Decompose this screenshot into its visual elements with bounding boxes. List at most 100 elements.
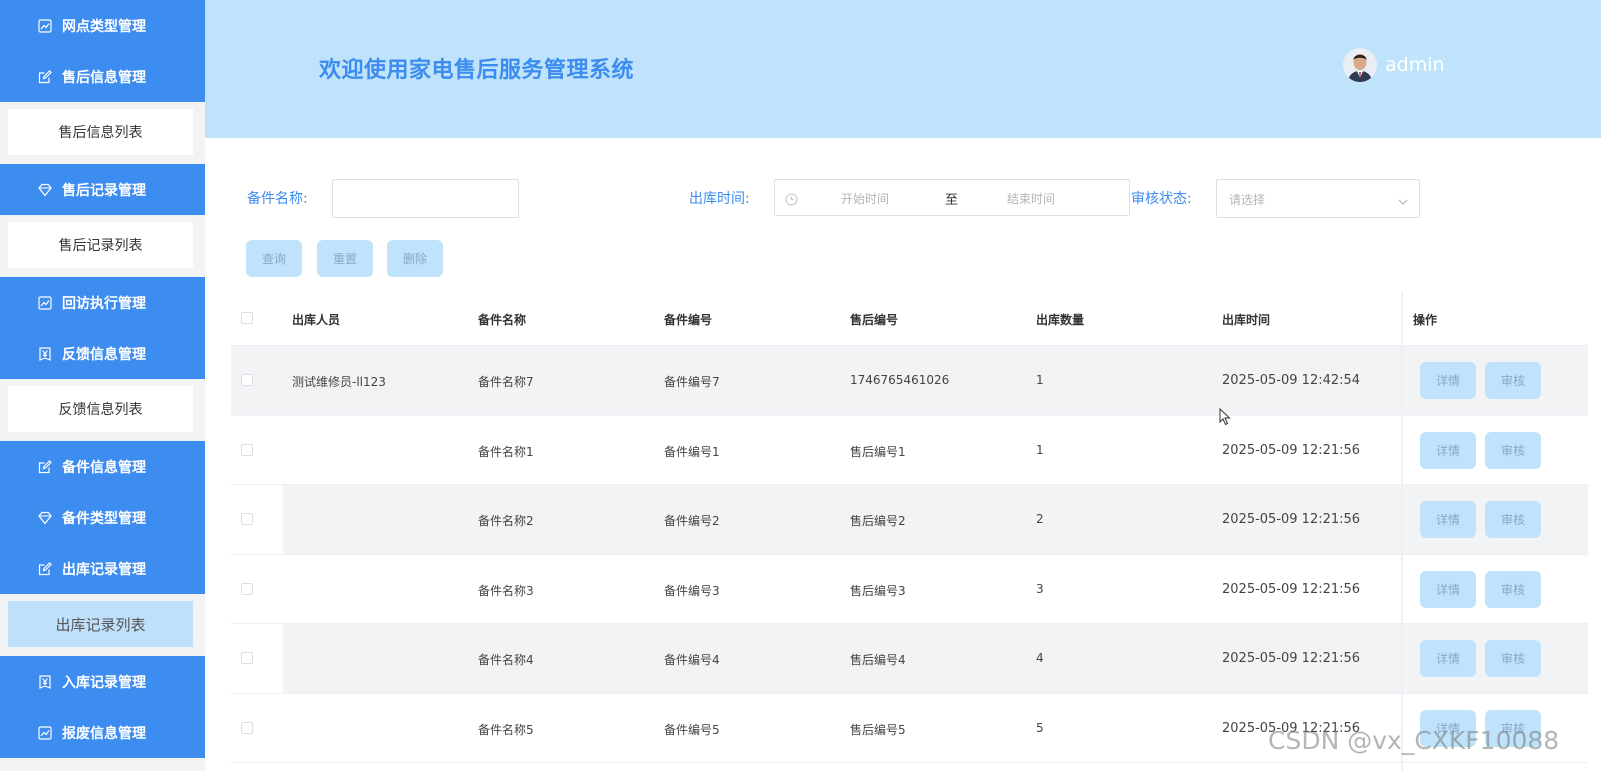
sidebar-group[interactable]: 备件类型管理 xyxy=(0,492,205,543)
detail-button[interactable]: 详情 xyxy=(1420,640,1476,677)
table-cell: 4 xyxy=(1036,651,1044,665)
table-cell: 2025-05-09 12:21:56 xyxy=(1222,651,1361,666)
sidebar-group-label: 出库记录管理 xyxy=(62,561,146,578)
sidebar-subitem-link[interactable]: 售后信息列表 xyxy=(8,109,193,155)
sidebar-subitem: 售后记录列表 xyxy=(0,215,205,277)
table-row: 备件名称1 备件编号1 售后编号1 1 2025-05-09 12:21:56 详情 审核 xyxy=(231,416,1588,485)
detail-button[interactable]: 详情 xyxy=(1420,501,1476,538)
sidebar-group-label: 售后记录管理 xyxy=(62,182,146,199)
row-checkbox[interactable] xyxy=(241,374,253,386)
query-button[interactable]: 查询 xyxy=(246,240,302,277)
table-cell: 1746765461026 xyxy=(850,373,950,387)
col-header-actions: 操作 xyxy=(1413,313,1438,327)
delete-button[interactable]: 删除 xyxy=(387,240,443,277)
sidebar-group-label: 回访执行管理 xyxy=(62,295,146,312)
start-time-input[interactable]: 开始时间 xyxy=(841,190,889,207)
audit-button[interactable]: 审核 xyxy=(1485,501,1541,538)
edit-icon xyxy=(38,459,52,474)
actions-column-divider xyxy=(1401,292,1403,771)
part-name-input[interactable] xyxy=(332,179,519,218)
username[interactable]: admin xyxy=(1385,54,1445,76)
reset-button[interactable]: 重置 xyxy=(317,240,373,277)
clock-icon xyxy=(785,191,798,206)
sidebar-subitem-link[interactable]: 出库记录列表 xyxy=(8,601,193,647)
sidebar-subitem: 反馈信息列表 xyxy=(0,379,205,441)
out-time-range-picker[interactable]: 开始时间 至 结束时间 xyxy=(774,179,1130,216)
avatar-image xyxy=(1343,48,1377,82)
audit-button[interactable]: 审核 xyxy=(1485,362,1541,399)
table-cell: 测试维修员-ll123 xyxy=(292,375,386,389)
table-cell: 售后编号5 xyxy=(850,722,906,737)
col-header-out-time: 出库时间 xyxy=(1222,313,1271,327)
sidebar-group-label: 网点类型管理 xyxy=(62,18,146,35)
audit-status-label: 审核状态: xyxy=(1131,191,1192,207)
chart-icon xyxy=(38,18,52,33)
checkbox-cell xyxy=(231,624,283,693)
table-cell: 备件编号7 xyxy=(664,375,720,389)
sidebar-group[interactable]: 售后记录管理 xyxy=(0,164,205,215)
sidebar-group[interactable]: 入库记录管理 xyxy=(0,656,205,707)
detail-button[interactable]: 详情 xyxy=(1420,431,1476,469)
audit-status-placeholder: 请选择 xyxy=(1229,193,1266,207)
diamond-icon xyxy=(38,183,52,197)
part-name-label: 备件名称: xyxy=(247,191,308,207)
table-cell: 2025-05-09 12:42:54 xyxy=(1222,373,1361,388)
header: 欢迎使用家电售后服务管理系统 admin xyxy=(205,0,1601,138)
edit-icon xyxy=(38,69,52,84)
table-cell: 备件名称3 xyxy=(478,583,534,598)
select-all-checkbox[interactable] xyxy=(241,312,253,324)
col-header-part-code: 备件编号 xyxy=(664,313,713,327)
app-root: 网点类型管理 售后信息管理 售后信息列表 售后记录管理 售后记录列表 回访执行管理 反馈信息… xyxy=(0,0,1601,771)
detail-button[interactable]: 详情 xyxy=(1420,362,1476,399)
sidebar-group[interactable]: 报废信息管理 xyxy=(0,707,205,758)
audit-button[interactable]: 审核 xyxy=(1485,640,1541,677)
table-cell: 2 xyxy=(1036,512,1044,526)
table-cell: 备件编号3 xyxy=(664,583,720,598)
table-cell: 备件名称4 xyxy=(478,653,534,667)
row-checkbox[interactable] xyxy=(241,721,253,734)
col-header-quantity: 出库数量 xyxy=(1036,313,1085,327)
row-checkbox[interactable] xyxy=(241,652,253,664)
table-row: 备件名称3 备件编号3 售后编号3 3 2025-05-09 12:21:56 详情 审核 xyxy=(231,555,1588,624)
col-header-service-code: 售后编号 xyxy=(850,313,899,327)
end-time-input[interactable]: 结束时间 xyxy=(1007,190,1055,207)
row-checkbox[interactable] xyxy=(241,582,253,595)
sidebar: 网点类型管理 售后信息管理 售后信息列表 售后记录管理 售后记录列表 回访执行管理 反馈信息… xyxy=(0,0,205,771)
checkbox-cell xyxy=(231,485,283,554)
sidebar-group[interactable]: 出库记录管理 xyxy=(0,543,205,594)
table-cell: 售后编号4 xyxy=(850,653,906,667)
audit-button[interactable]: 审核 xyxy=(1485,431,1541,469)
table-cell: 售后编号2 xyxy=(850,514,906,528)
audit-button[interactable]: 审核 xyxy=(1485,570,1541,608)
sidebar-subitem: 售后信息列表 xyxy=(0,102,205,164)
col-header-operator: 出库人员 xyxy=(292,313,341,327)
checkbox-cell xyxy=(231,346,283,415)
range-separator: 至 xyxy=(945,193,959,208)
sidebar-group-label: 反馈信息管理 xyxy=(62,346,146,363)
sidebar-group[interactable]: 反馈信息管理 xyxy=(0,328,205,379)
table-cell: 备件名称2 xyxy=(478,514,534,528)
row-checkbox[interactable] xyxy=(241,513,253,525)
sidebar-group[interactable]: 回访执行管理 xyxy=(0,277,205,328)
table-cell: 备件名称1 xyxy=(478,444,534,459)
table-cell: 2025-05-09 12:21:56 xyxy=(1222,581,1361,597)
avatar[interactable] xyxy=(1343,48,1377,82)
table-cell: 2025-05-09 12:21:56 xyxy=(1222,512,1361,527)
table-row: 备件名称2 备件编号2 售后编号2 2 2025-05-09 12:21:56 详情 审核 xyxy=(231,485,1588,555)
row-checkbox[interactable] xyxy=(241,443,253,456)
col-header-part-name: 备件名称 xyxy=(478,313,527,327)
detail-button[interactable]: 详情 xyxy=(1420,570,1476,608)
sidebar-group[interactable]: 备件信息管理 xyxy=(0,441,205,492)
yen-icon xyxy=(38,674,52,689)
table-row: 备件名称4 备件编号4 售后编号4 4 2025-05-09 12:21:56 详情 审核 xyxy=(231,624,1588,694)
sidebar-subitem-link[interactable]: 售后记录列表 xyxy=(8,222,193,268)
sidebar-group[interactable]: 售后信息管理 xyxy=(0,51,205,102)
chart-icon xyxy=(38,725,52,740)
diamond-icon xyxy=(38,511,52,525)
sidebar-group-label: 售后信息管理 xyxy=(62,69,146,86)
audit-status-select[interactable]: 请选择 xyxy=(1216,179,1420,218)
mouse-cursor-icon xyxy=(1219,407,1231,430)
table-cell: 备件编号5 xyxy=(664,722,720,737)
sidebar-group[interactable]: 网点类型管理 xyxy=(0,0,205,51)
sidebar-subitem-link[interactable]: 反馈信息列表 xyxy=(8,386,193,432)
